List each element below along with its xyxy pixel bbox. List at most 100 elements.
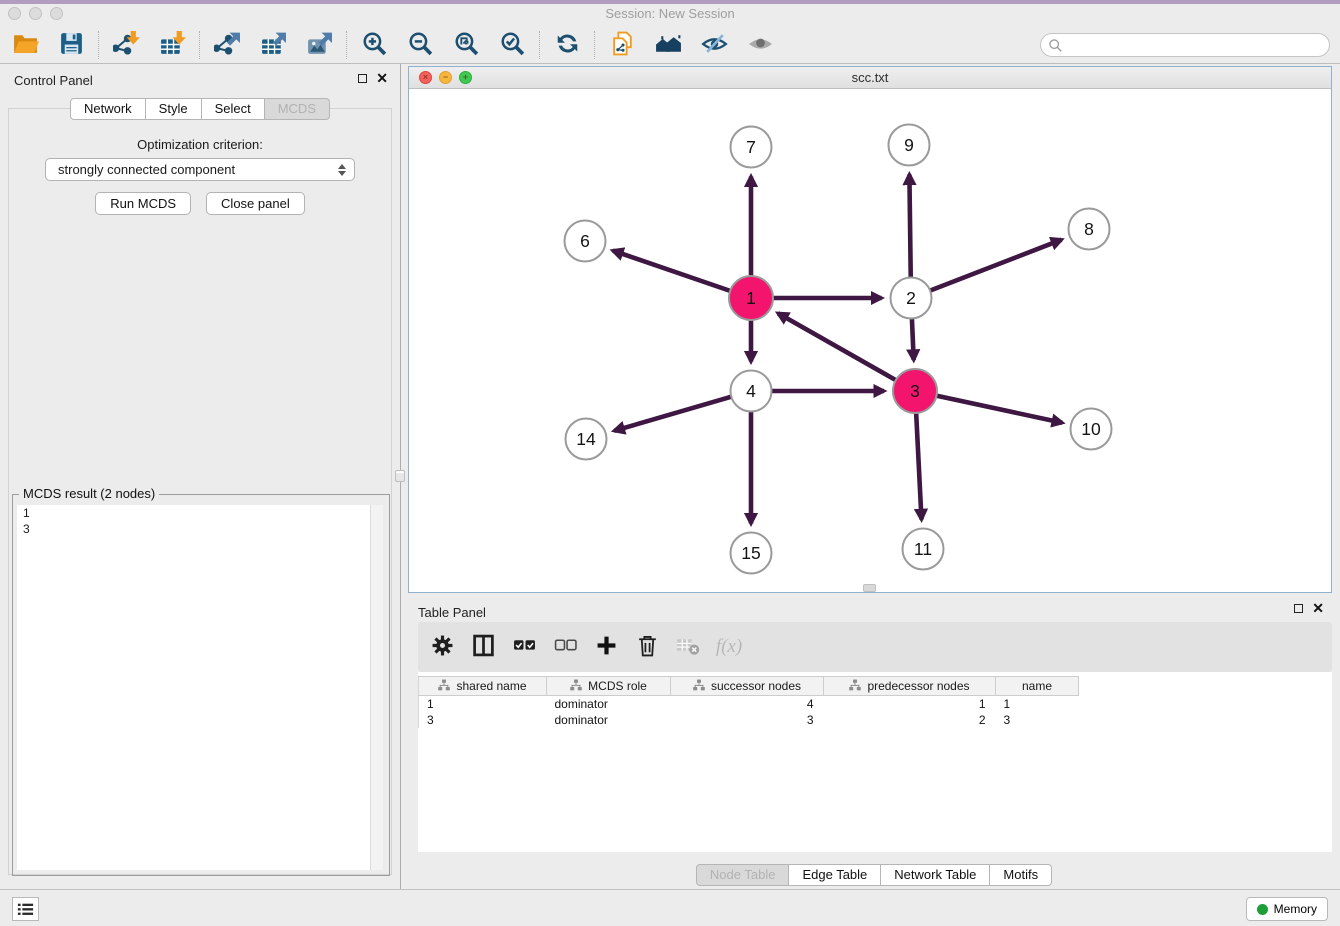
- delete-table-button: [674, 633, 702, 661]
- horizontal-splitter-grip[interactable]: [863, 584, 876, 592]
- columns-button[interactable]: [469, 633, 497, 661]
- run-mcds-button[interactable]: Run MCDS: [95, 192, 191, 215]
- show-eye-button[interactable]: [743, 29, 777, 61]
- graph-node-9[interactable]: 9: [889, 125, 930, 166]
- tab-style[interactable]: Style: [146, 98, 202, 120]
- graph-node-label: 3: [910, 381, 920, 401]
- graph-edge-3-10[interactable]: [932, 395, 1063, 423]
- vertical-splitter[interactable]: [400, 64, 408, 889]
- hide-eye-button[interactable]: [697, 29, 731, 61]
- duplicate-network-button[interactable]: [605, 29, 639, 61]
- mcds-result-list[interactable]: 13: [17, 505, 383, 870]
- tab-mcds[interactable]: MCDS: [265, 98, 330, 120]
- save-session-button[interactable]: [54, 29, 88, 61]
- graph-edge-2-9[interactable]: [909, 175, 910, 283]
- table-tab-node-table[interactable]: Node Table: [696, 864, 790, 886]
- table-tab-network-table[interactable]: Network Table: [881, 864, 990, 886]
- column-header-successor-nodes[interactable]: successor nodes: [671, 677, 824, 696]
- search-box[interactable]: [1040, 33, 1330, 57]
- graph-edge-4-14[interactable]: [614, 395, 736, 431]
- close-panel-button[interactable]: Close panel: [206, 192, 305, 215]
- graph-node-7[interactable]: 7: [731, 127, 772, 168]
- add-row-button[interactable]: [592, 633, 620, 661]
- table-cell[interactable]: 1: [419, 696, 547, 712]
- tab-select[interactable]: Select: [202, 98, 265, 120]
- toolbar-group: [8, 29, 88, 61]
- delete-row-button[interactable]: [633, 633, 661, 661]
- graph-node-6[interactable]: 6: [565, 221, 606, 262]
- import-table-button[interactable]: [155, 29, 189, 61]
- table-row[interactable]: 3dominator323: [419, 712, 1079, 728]
- graph-node-3[interactable]: 3: [893, 369, 937, 413]
- table-cell[interactable]: 3: [671, 712, 824, 728]
- export-network-button[interactable]: [210, 29, 244, 61]
- tab-network[interactable]: Network: [70, 98, 146, 120]
- zoom-fit-button[interactable]: [449, 29, 483, 61]
- close-panel-icon[interactable]: ✕: [376, 72, 388, 84]
- deselect-all-button[interactable]: [551, 633, 579, 661]
- column-header-shared-name[interactable]: shared name: [419, 677, 547, 696]
- table-float-panel-icon[interactable]: [1294, 604, 1303, 613]
- graph-edge-3-1[interactable]: [778, 313, 900, 382]
- table-cell[interactable]: dominator: [547, 696, 671, 712]
- graph-node-4[interactable]: 4: [731, 371, 772, 412]
- graph-edge-2-8[interactable]: [926, 240, 1062, 293]
- graph-node-2[interactable]: 2: [891, 278, 932, 319]
- table-cell[interactable]: 4: [671, 696, 824, 712]
- graph-edge-2-3[interactable]: [912, 314, 914, 361]
- column-header-MCDS-role[interactable]: MCDS role: [547, 677, 671, 696]
- vertical-splitter-grip[interactable]: [395, 470, 405, 482]
- toolbar-separator: [98, 31, 99, 59]
- table-close-panel-icon[interactable]: ✕: [1312, 602, 1324, 614]
- table-tab-motifs[interactable]: Motifs: [990, 864, 1052, 886]
- zoom-selected-icon: [499, 30, 526, 60]
- table-cell[interactable]: 3: [419, 712, 547, 728]
- home-button[interactable]: [651, 29, 685, 61]
- column-header-predecessor-nodes[interactable]: predecessor nodes: [824, 677, 996, 696]
- search-input[interactable]: [1067, 36, 1329, 54]
- open-session-button[interactable]: [8, 29, 42, 61]
- toolbar-groups: [8, 29, 777, 61]
- dropdown-stepper-icon: [338, 164, 346, 176]
- task-history-button[interactable]: [12, 897, 39, 921]
- table-row[interactable]: 1dominator411: [419, 696, 1079, 712]
- network-view-window: × − + scc.txt 7 9 6 8 1 2 4 3 14 10 15 11: [408, 66, 1332, 593]
- network-canvas[interactable]: 7 9 6 8 1 2 4 3 14 10 15 11: [409, 89, 1331, 592]
- graph-node-10[interactable]: 10: [1071, 409, 1112, 450]
- table-cell[interactable]: 2: [824, 712, 996, 728]
- memory-button[interactable]: Memory: [1246, 897, 1328, 921]
- table-cell[interactable]: 3: [996, 712, 1079, 728]
- window-title: Session: New Session: [0, 6, 1340, 21]
- network-window-titlebar[interactable]: × − + scc.txt: [409, 67, 1331, 89]
- toolbar-group: [210, 29, 336, 61]
- table-cell[interactable]: dominator: [547, 712, 671, 728]
- graph-node-15[interactable]: 15: [731, 533, 772, 574]
- graph-node-label: 9: [904, 135, 914, 155]
- float-panel-icon[interactable]: [358, 74, 367, 83]
- graph-edge-1-6[interactable]: [613, 251, 735, 293]
- zoom-selected-button[interactable]: [495, 29, 529, 61]
- zoom-out-button[interactable]: [403, 29, 437, 61]
- table-cell[interactable]: 1: [824, 696, 996, 712]
- graph-node-11[interactable]: 11: [903, 529, 944, 570]
- export-table-button[interactable]: [256, 29, 290, 61]
- refresh-button[interactable]: [550, 29, 584, 61]
- select-all-button[interactable]: [510, 633, 538, 661]
- graph-node-label: 2: [906, 288, 916, 308]
- import-network-button[interactable]: [109, 29, 143, 61]
- graph-node-1[interactable]: 1: [729, 276, 773, 320]
- table-panel-title: Table Panel: [418, 605, 486, 620]
- toolbar-separator: [346, 31, 347, 59]
- graph-node-8[interactable]: 8: [1069, 209, 1110, 250]
- zoom-in-button[interactable]: [357, 29, 391, 61]
- result-scrollbar[interactable]: [370, 505, 383, 870]
- column-header-name[interactable]: name: [996, 677, 1079, 696]
- graph-node-14[interactable]: 14: [566, 419, 607, 460]
- criterion-dropdown[interactable]: strongly connected component: [45, 158, 355, 181]
- graph-edge-3-11[interactable]: [916, 408, 922, 520]
- gear-button[interactable]: [428, 633, 456, 661]
- table-cell[interactable]: 1: [996, 696, 1079, 712]
- export-image-button[interactable]: [302, 29, 336, 61]
- table-tab-edge-table[interactable]: Edge Table: [789, 864, 881, 886]
- graph-node-label: 7: [746, 137, 756, 157]
